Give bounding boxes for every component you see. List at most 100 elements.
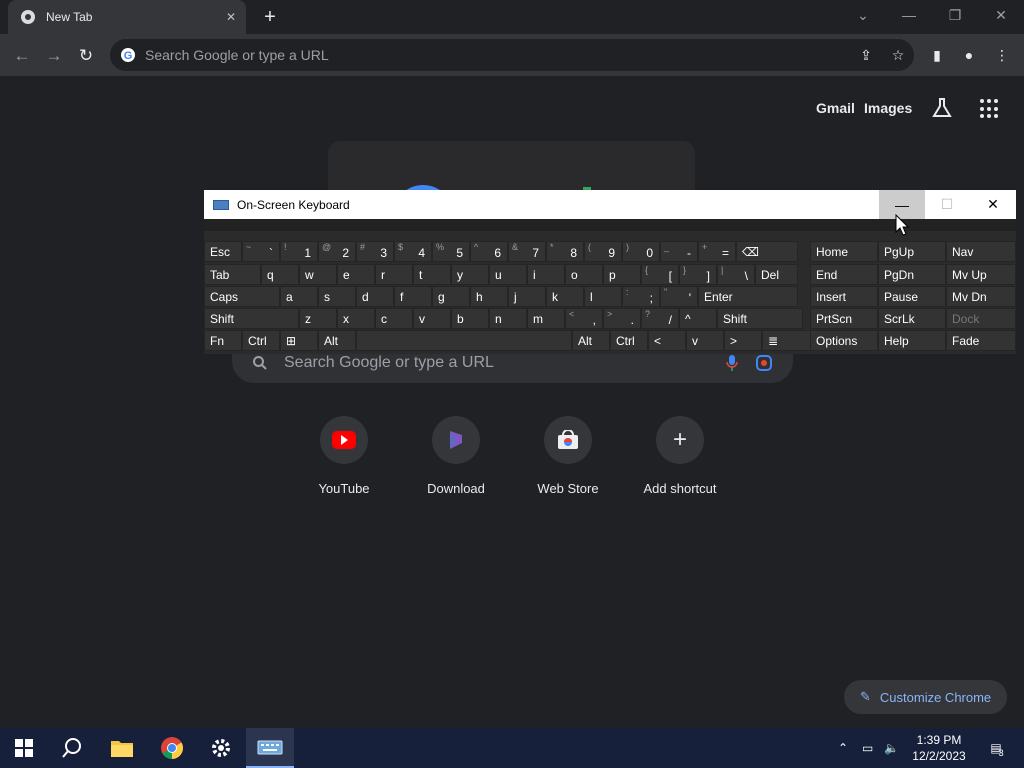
tab-new-tab[interactable]: New Tab ✕ bbox=[8, 0, 246, 34]
osk-key[interactable]: x bbox=[337, 308, 375, 329]
osk-key[interactable]: | \ bbox=[717, 264, 755, 285]
osk-side-key[interactable]: Nav bbox=[946, 241, 1016, 262]
taskbar-search-button[interactable] bbox=[48, 728, 96, 768]
osk-key[interactable]: <, bbox=[565, 308, 603, 329]
shortcut-youtube[interactable]: YouTube bbox=[289, 416, 399, 496]
gmail-link[interactable]: Gmail bbox=[816, 100, 855, 116]
shortcut-web-store[interactable]: Web Store bbox=[513, 416, 623, 496]
osk-key[interactable]: Ctrl bbox=[610, 330, 648, 351]
osk-key[interactable]: & 7 bbox=[508, 241, 546, 262]
osk-key[interactable]: }] bbox=[679, 264, 717, 285]
close-window-button[interactable]: ✕ bbox=[978, 0, 1024, 30]
osk-key[interactable]: c bbox=[375, 308, 413, 329]
osk-key[interactable]: >. bbox=[603, 308, 641, 329]
osk-key[interactable]: + = bbox=[698, 241, 736, 262]
osk-key[interactable]: ^ bbox=[679, 308, 717, 329]
osk-key[interactable]: e bbox=[337, 264, 375, 285]
osk-close-button[interactable]: ✕ bbox=[970, 190, 1016, 219]
osk-key[interactable]: l bbox=[584, 286, 622, 307]
osk-side-key[interactable]: Help bbox=[878, 330, 946, 351]
osk-key[interactable]: f bbox=[394, 286, 432, 307]
osk-key[interactable]: w bbox=[299, 264, 337, 285]
osk-key[interactable]: Esc bbox=[204, 241, 242, 262]
osk-key[interactable]: ^ 6 bbox=[470, 241, 508, 262]
start-button[interactable] bbox=[0, 728, 48, 768]
osk-key[interactable]: Caps bbox=[204, 286, 280, 307]
osk-key[interactable]: Enter bbox=[698, 286, 798, 307]
osk-key[interactable]: y bbox=[451, 264, 489, 285]
osk-key[interactable]: Tab bbox=[204, 264, 261, 285]
osk-key[interactable]: % 5 bbox=[432, 241, 470, 262]
osk-key[interactable]: Ctrl bbox=[242, 330, 280, 351]
osk-key[interactable]: Shift bbox=[717, 308, 803, 329]
osk-key[interactable]: n bbox=[489, 308, 527, 329]
chrome-taskbar-button[interactable] bbox=[148, 728, 196, 768]
file-explorer-button[interactable] bbox=[98, 728, 146, 768]
tab-search-icon[interactable]: ⌄ bbox=[840, 0, 886, 30]
osk-key[interactable]: j bbox=[508, 286, 546, 307]
osk-side-key[interactable]: ScrLk bbox=[878, 308, 946, 329]
osk-key[interactable]: ~ ` bbox=[242, 241, 280, 262]
labs-flask-icon[interactable] bbox=[931, 97, 953, 119]
show-hidden-icons[interactable]: ⌃ bbox=[838, 728, 848, 768]
volume-muted-icon[interactable]: 🔈 bbox=[884, 728, 899, 768]
osk-side-key[interactable]: Dock bbox=[946, 308, 1016, 329]
osk-key[interactable]: _ - bbox=[660, 241, 698, 262]
osk-key[interactable]: ⌫ bbox=[736, 241, 798, 262]
osk-taskbar-button[interactable] bbox=[246, 728, 294, 768]
osk-key[interactable]: Alt bbox=[318, 330, 356, 351]
side-panel-icon[interactable]: ▮ bbox=[926, 44, 948, 66]
osk-side-key[interactable]: Home bbox=[810, 241, 878, 262]
osk-side-key[interactable]: Options bbox=[810, 330, 878, 351]
tab-close-icon[interactable]: ✕ bbox=[226, 10, 236, 24]
settings-taskbar-button[interactable] bbox=[197, 728, 245, 768]
share-icon[interactable]: ⇪ bbox=[855, 44, 877, 66]
osk-side-key[interactable]: Mv Dn bbox=[946, 286, 1016, 307]
osk-key[interactable]: " ' bbox=[660, 286, 698, 307]
osk-side-key[interactable]: PrtScn bbox=[810, 308, 878, 329]
osk-key[interactable]: ) 0 bbox=[622, 241, 660, 262]
new-tab-button[interactable]: + bbox=[258, 6, 282, 28]
restore-button[interactable]: ❐ bbox=[932, 0, 978, 30]
reload-button[interactable]: ↻ bbox=[73, 43, 99, 69]
osk-key[interactable]: p bbox=[603, 264, 641, 285]
customize-chrome-button[interactable]: ✎ Customize Chrome bbox=[844, 680, 1007, 714]
network-icon[interactable]: ▭ bbox=[862, 728, 873, 768]
osk-key[interactable]: q bbox=[261, 264, 299, 285]
osk-side-key[interactable]: Fade bbox=[946, 330, 1016, 351]
osk-key[interactable]: > bbox=[724, 330, 762, 351]
osk-side-key[interactable]: Insert bbox=[810, 286, 878, 307]
osk-key[interactable]: t bbox=[413, 264, 451, 285]
osk-key[interactable]: s bbox=[318, 286, 356, 307]
osk-key[interactable]: b bbox=[451, 308, 489, 329]
osk-key[interactable]: Fn bbox=[204, 330, 242, 351]
osk-key[interactable]: (9 bbox=[584, 241, 622, 262]
osk-key[interactable]: d bbox=[356, 286, 394, 307]
osk-key[interactable]: g bbox=[432, 286, 470, 307]
forward-button[interactable]: → bbox=[41, 43, 67, 69]
osk-key[interactable]: m bbox=[527, 308, 565, 329]
osk-side-key[interactable]: End bbox=[810, 264, 878, 285]
osk-key[interactable]: o bbox=[565, 264, 603, 285]
osk-key[interactable]: h bbox=[470, 286, 508, 307]
apps-grid-icon[interactable] bbox=[980, 99, 1000, 119]
osk-key[interactable]: Shift bbox=[204, 308, 299, 329]
osk-key[interactable]: ! 1 bbox=[280, 241, 318, 262]
menu-icon[interactable]: ⋮ bbox=[991, 44, 1013, 66]
osk-key[interactable]: i bbox=[527, 264, 565, 285]
notifications-button[interactable]: ▤ 3 bbox=[982, 728, 1012, 768]
back-button[interactable]: ← bbox=[9, 43, 35, 69]
osk-key[interactable]: ⊞ bbox=[280, 330, 318, 351]
omnibox[interactable]: G Search Google or type a URL bbox=[110, 39, 914, 71]
osk-key[interactable]: Alt bbox=[572, 330, 610, 351]
osk-key[interactable]: Del bbox=[755, 264, 798, 285]
taskbar-clock[interactable]: 1:39 PM 12/2/2023 bbox=[905, 732, 973, 764]
osk-key[interactable]: v bbox=[686, 330, 724, 351]
osk-key[interactable]: u bbox=[489, 264, 527, 285]
osk-key[interactable]: ≣ bbox=[762, 330, 814, 351]
shortcut-download[interactable]: Download bbox=[401, 416, 511, 496]
osk-key[interactable] bbox=[356, 330, 572, 351]
osk-side-key[interactable]: PgDn bbox=[878, 264, 946, 285]
osk-key[interactable]: #3 bbox=[356, 241, 394, 262]
osk-key[interactable]: z bbox=[299, 308, 337, 329]
